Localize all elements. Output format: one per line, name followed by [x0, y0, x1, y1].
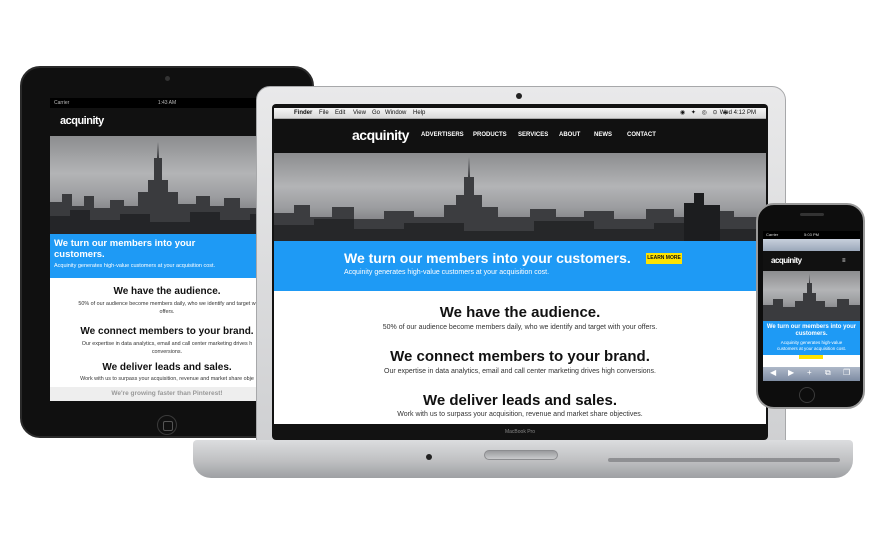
- nav-services[interactable]: SERVICES: [518, 132, 548, 138]
- laptop-section-text-audience: 50% of our audience become members daily…: [382, 324, 658, 331]
- phone-speaker: [800, 213, 824, 216]
- laptop-disc-slot: [608, 458, 840, 462]
- tablet-section-text-audience-line2: offers.: [159, 309, 175, 315]
- tablet-section-text-audience-line1: 50% of our audience become members daily…: [78, 301, 256, 307]
- laptop-section-title-deliver: We deliver leads and sales.: [423, 392, 617, 409]
- nav-products[interactable]: PRODUCTS: [473, 132, 507, 138]
- phone-clock: 5:03 PM: [804, 232, 819, 237]
- laptop-hero-image: [274, 153, 766, 241]
- laptop-screen: Finder File Edit View Go Window Help ◉ ✦…: [274, 108, 766, 424]
- tablet-growth-banner: We're growing faster than Pinterest!: [50, 387, 284, 401]
- laptop-lid-notch: [484, 450, 558, 460]
- hamburger-menu-icon[interactable]: ≡: [842, 258, 846, 264]
- phone-hero-band: We turn our members into your customers.…: [763, 321, 860, 355]
- tablet-site-header: acquinity: [50, 108, 284, 136]
- mac-menu-bar: Finder File Edit View Go Window Help ◉ ✦…: [274, 108, 766, 119]
- menu-help[interactable]: Help: [413, 108, 425, 119]
- phone-learn-more-button[interactable]: [799, 355, 823, 359]
- tablet-section-title-deliver: We deliver leads and sales.: [102, 362, 232, 373]
- laptop-logo[interactable]: acquinity: [352, 127, 409, 143]
- tablet-clock: 1:43 AM: [157, 100, 177, 106]
- laptop-hero-subtitle: Acquinity generates high-value customers…: [344, 269, 550, 276]
- tablet-section-text-connect: Our expertise in data analytics, email a…: [52, 340, 282, 356]
- nav-advertisers[interactable]: ADVERTISERS: [421, 132, 464, 138]
- tablet-hero-image: [50, 136, 284, 234]
- city-skyline-image: [274, 157, 766, 241]
- back-icon[interactable]: ◀: [770, 368, 776, 377]
- phone-address-bar[interactable]: [763, 239, 860, 251]
- laptop-sleep-indicator: [426, 454, 432, 460]
- phone-hero-subtitle-line2: customers at your acquisition cost.: [776, 346, 847, 351]
- phone-home-button[interactable]: [799, 387, 815, 403]
- tablet-hero-title-line1: We turn our members into your: [54, 238, 196, 249]
- tablet-section-text-audience: 50% of our audience become members daily…: [52, 300, 282, 316]
- tablet-section-text-deliver: Work with us to surpass your acquisition…: [80, 376, 254, 382]
- menu-finder[interactable]: Finder: [294, 108, 312, 119]
- tablet-section-text-connect-line2: conversions.: [151, 349, 183, 355]
- tablet-logo[interactable]: acquinity: [60, 115, 104, 127]
- city-skyline-image: [50, 142, 284, 234]
- tablet-screen: Carrier 1:43 AM acquinity We turn our me…: [50, 98, 284, 401]
- laptop-section-text-connect: Our expertise in data analytics, email a…: [384, 368, 656, 375]
- tablet-section-title-audience: We have the audience.: [113, 286, 221, 297]
- city-skyline-image: [763, 274, 860, 321]
- phone-site-header: acquinity ≡: [763, 251, 860, 271]
- add-bookmark-icon[interactable]: +: [807, 368, 812, 377]
- nav-contact[interactable]: CONTACT: [627, 132, 656, 138]
- tablet-home-button[interactable]: [157, 415, 177, 435]
- menu-go[interactable]: Go: [372, 108, 380, 119]
- laptop-section-title-connect: We connect members to your brand.: [390, 348, 650, 365]
- phone-status-bar: Carrier 5:03 PM: [763, 231, 860, 239]
- phone-screen: Carrier 5:03 PM acquinity ≡ We turn our …: [763, 231, 860, 381]
- menu-file[interactable]: File: [319, 108, 329, 119]
- menu-window[interactable]: Window: [385, 108, 406, 119]
- laptop-section-title-audience: We have the audience.: [439, 304, 601, 321]
- tablet-hero-subtitle: Acquinity generates high-value customers…: [54, 263, 216, 269]
- bookmarks-icon[interactable]: ⧉: [825, 368, 831, 378]
- tablet-section-text-connect-line1: Our expertise in data analytics, email a…: [81, 341, 253, 347]
- tablet-camera: [165, 76, 170, 81]
- tablet-section-title-connect: We connect members to your brand.: [80, 326, 254, 337]
- menu-view[interactable]: View: [353, 108, 366, 119]
- phone-hero-title-line1: We turn our members into your: [766, 324, 857, 330]
- laptop-learn-more-button[interactable]: LEARN MORE: [646, 253, 682, 264]
- phone-browser-toolbar: ◀ ▶ + ⧉ ❐: [763, 367, 860, 381]
- phone-hero-image: [763, 271, 860, 321]
- menu-edit[interactable]: Edit: [335, 108, 345, 119]
- laptop-site-header: acquinity ADVERTISERS PRODUCTS SERVICES …: [274, 119, 766, 153]
- pages-icon[interactable]: ❐: [843, 368, 850, 377]
- tablet-hero-title-line2: customers.: [54, 249, 105, 260]
- nav-news[interactable]: NEWS: [594, 132, 612, 138]
- forward-icon[interactable]: ▶: [788, 368, 794, 377]
- menu-bar-clock[interactable]: Wed 4:12 PM: [720, 108, 756, 119]
- laptop-hero-band: We turn our members into your customers.…: [274, 241, 766, 291]
- tablet-hero-band: We turn our members into your customers.…: [50, 234, 284, 278]
- nav-about[interactable]: ABOUT: [559, 132, 580, 138]
- tablet-status-bar: Carrier 1:43 AM: [50, 98, 284, 108]
- phone-logo[interactable]: acquinity: [771, 256, 802, 265]
- laptop-model-label: MacBook Pro: [504, 429, 535, 435]
- laptop-section-text-deliver: Work with us to surpass your acquisition…: [397, 411, 643, 418]
- laptop-hero-title: We turn our members into your customers.: [344, 250, 631, 266]
- phone-hero-title-line2: customers.: [795, 331, 828, 337]
- laptop-camera: [516, 93, 522, 99]
